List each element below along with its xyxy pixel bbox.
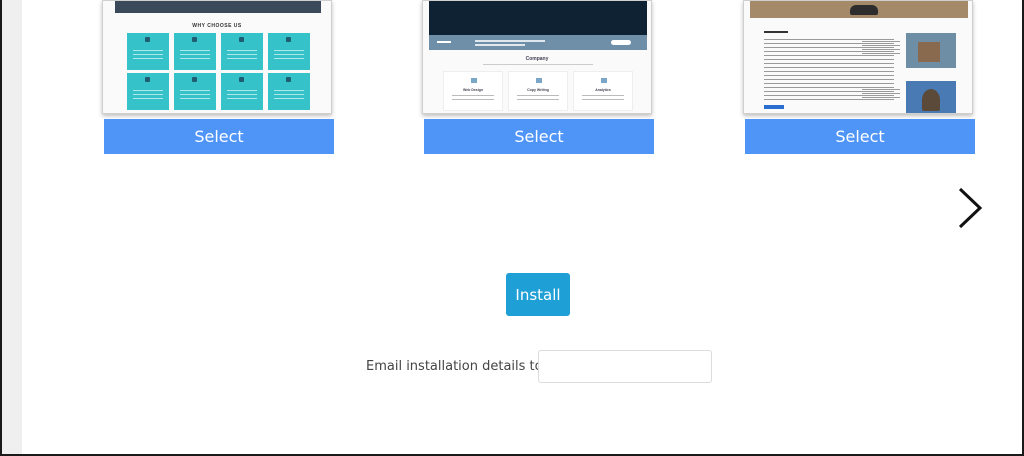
select-theme-1-button[interactable]: Select	[104, 119, 334, 154]
preview-tile	[127, 73, 169, 110]
chevron-right-icon[interactable]	[952, 185, 988, 231]
email-label: Email installation details to :	[366, 359, 552, 374]
preview-image-tree	[906, 81, 956, 113]
email-input[interactable]	[538, 350, 712, 383]
preview-tile	[127, 33, 169, 70]
preview-hero-image	[115, 1, 321, 13]
install-button[interactable]: Install	[506, 273, 570, 316]
preview-column: Analytics	[573, 71, 633, 111]
select-theme-3-button[interactable]: Select	[745, 119, 975, 154]
preview-hero-image	[429, 1, 647, 35]
preview-heading: Company	[525, 56, 549, 62]
theme-preview-3[interactable]	[743, 0, 973, 114]
preview-tile	[221, 73, 263, 110]
preview-hero-image	[750, 1, 968, 18]
preview-column: Web Design	[443, 71, 503, 111]
theme-preview-1[interactable]: WHY CHOOSE US	[102, 0, 332, 114]
select-theme-2-button[interactable]: Select	[424, 119, 654, 154]
preview-tile	[221, 33, 263, 70]
left-gutter	[2, 0, 22, 454]
preview-tile	[268, 73, 310, 110]
preview-subline	[483, 64, 593, 65]
preview-image-house	[906, 33, 956, 68]
page-frame: WHY CHOOSE US Select Company Web Design …	[2, 0, 1022, 454]
preview-banner	[429, 35, 647, 50]
theme-preview-2[interactable]: Company Web Design Copy Writing Analytic…	[422, 0, 652, 114]
preview-tile	[174, 73, 216, 110]
preview-tile	[268, 33, 310, 70]
preview-heading: WHY CHOOSE US	[192, 23, 242, 29]
preview-tile	[174, 33, 216, 70]
preview-column: Copy Writing	[508, 71, 568, 111]
